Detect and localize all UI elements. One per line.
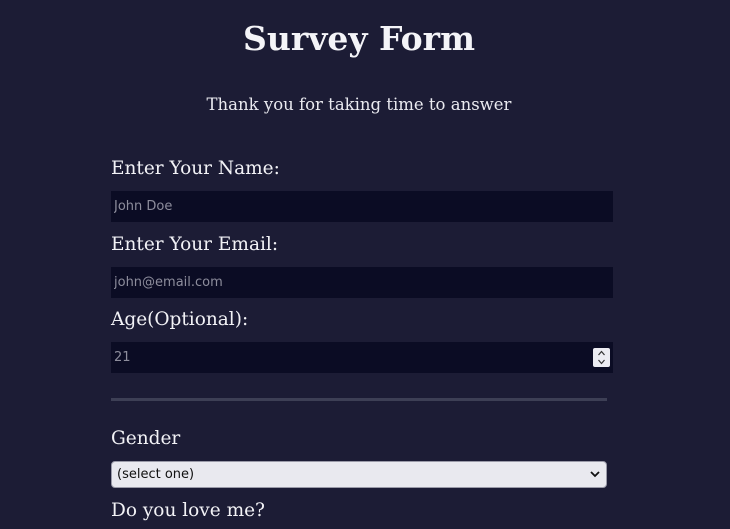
chevron-down-icon[interactable]: [598, 358, 605, 365]
page-title: Survey Form: [243, 19, 475, 58]
section-divider: [111, 398, 607, 401]
age-placeholder: 21: [114, 350, 131, 365]
chevron-down-icon: [590, 470, 600, 478]
age-label: Age(Optional):: [111, 309, 249, 330]
love-question-label: Do you love me?: [111, 500, 265, 521]
name-label: Enter Your Name:: [111, 158, 280, 179]
gender-label: Gender: [111, 428, 181, 449]
email-field-container: [111, 267, 613, 298]
age-input[interactable]: 21: [111, 342, 613, 373]
name-field-container: [111, 191, 613, 222]
age-spinner[interactable]: [593, 348, 610, 367]
gender-select[interactable]: (select one): [111, 461, 607, 488]
page-description: Thank you for taking time to answer: [206, 95, 512, 114]
email-label: Enter Your Email:: [111, 234, 279, 255]
email-input[interactable]: [111, 267, 613, 298]
gender-selected-value: (select one): [117, 467, 195, 482]
chevron-up-icon[interactable]: [598, 350, 605, 357]
name-input[interactable]: [111, 191, 613, 222]
